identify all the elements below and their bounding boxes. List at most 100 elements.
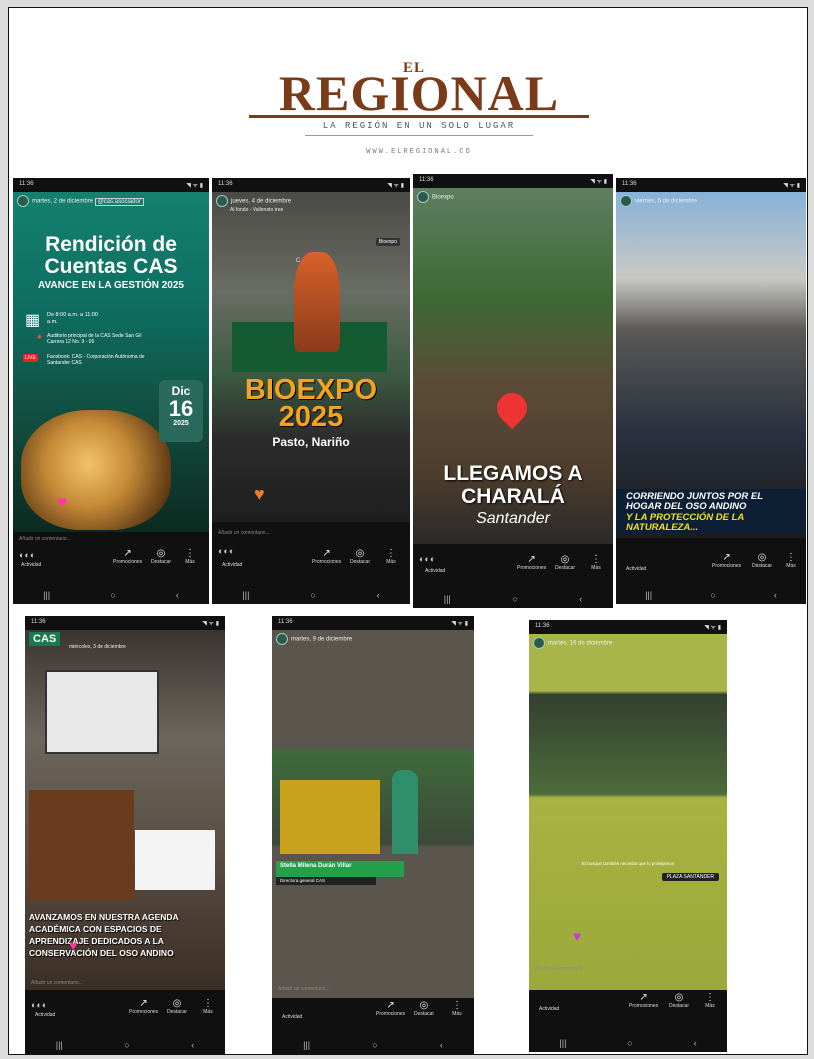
destacar-button[interactable]: ◎ Destacar <box>752 552 772 569</box>
nav-home-icon[interactable]: ○ <box>710 590 715 600</box>
promociones-button[interactable]: ↗ Promociones <box>376 1000 405 1017</box>
destacar-button[interactable]: ◎ Destacar <box>167 998 187 1015</box>
cas-logo: CAS <box>29 632 61 646</box>
podium <box>29 790 134 900</box>
promociones-button[interactable]: ↗ Promociones <box>517 554 546 571</box>
more-icon: ⋮ <box>386 548 396 559</box>
promociones-button[interactable]: ↗ Promociones <box>712 552 741 569</box>
nav-back-icon[interactable]: ‹ <box>774 590 777 600</box>
comment-input[interactable]: Añadir un comentario... <box>535 966 587 972</box>
actividad-button[interactable]: Actividad <box>21 562 41 568</box>
nav-home-icon[interactable]: ○ <box>372 1040 377 1050</box>
nav-recent-icon[interactable]: ||| <box>645 590 652 600</box>
status-icons: ◥ ᯤ ▮ <box>202 621 219 627</box>
status-bar: 11:36 ◥ ᯤ ▮ <box>212 178 410 192</box>
nav-back-icon[interactable]: ‹ <box>377 590 380 600</box>
nav-recent-icon[interactable]: ||| <box>43 590 50 600</box>
masthead-rule <box>249 115 589 118</box>
nav-recent-icon[interactable]: ||| <box>444 594 451 604</box>
comment-input[interactable]: Añadir un comentario... <box>31 980 83 986</box>
story-music: Al fondo - Vallenato tree <box>230 207 284 213</box>
status-icons: ◥ ᯤ ▮ <box>387 183 404 189</box>
trend-icon: ↗ <box>123 548 132 559</box>
comment-input[interactable]: Añadir un comentario... <box>278 986 330 992</box>
nav-home-icon[interactable]: ○ <box>110 590 115 600</box>
destacar-button[interactable]: ◎ Destacar <box>151 548 171 565</box>
promociones-button[interactable]: ↗ Promociones <box>129 998 158 1015</box>
account-avatar-icon <box>533 637 545 649</box>
nav-recent-icon[interactable]: ||| <box>303 1040 310 1050</box>
masthead-divider <box>305 135 533 136</box>
actividad-button[interactable]: Actividad <box>626 566 646 572</box>
name-lower-third: Stella Milena Durán Villar <box>276 861 404 877</box>
actividad-label: Actividad <box>626 566 647 572</box>
highlight-icon: ◎ <box>419 1000 429 1011</box>
android-nav-bar: ||| ○ ‹ <box>413 590 613 608</box>
nav-home-icon[interactable]: ○ <box>310 590 315 600</box>
trend-icon: ↗ <box>722 552 731 563</box>
story-screenshot-2: 11:36 ◥ ᯤ ▮ jueves, 4 de diciembre Al fond… <box>212 178 410 604</box>
status-icons: ◥ ᯤ ▮ <box>186 183 203 189</box>
destacar-button[interactable]: ◎ Destacar <box>414 1000 434 1017</box>
nav-back-icon[interactable]: ‹ <box>579 594 582 604</box>
nav-back-icon[interactable]: ‹ <box>694 1038 697 1048</box>
nav-home-icon[interactable]: ○ <box>627 1038 632 1048</box>
promociones-label: Promociones <box>129 1009 159 1015</box>
promociones-button[interactable]: ↗ Promociones <box>312 548 341 565</box>
nav-home-icon[interactable]: ○ <box>512 594 517 604</box>
story-image: CAS miércoles, 3 de diciembre AVANZAMOS … <box>25 630 225 990</box>
story-actions: Actividad ↗ Promociones ◎ Destacar ⋮ Más <box>212 548 410 574</box>
mas-button[interactable]: ⋮ Más <box>203 998 213 1015</box>
date-year: 2025 <box>173 420 189 427</box>
trend-icon: ↗ <box>139 998 148 1009</box>
mas-button[interactable]: ⋮ Más <box>452 1000 462 1017</box>
heart-sticker-icon: ♥ <box>57 492 68 512</box>
nav-recent-icon[interactable]: ||| <box>56 1040 63 1050</box>
nav-back-icon[interactable]: ‹ <box>191 1040 194 1050</box>
android-nav-bar: ||| ○ ‹ <box>616 586 806 604</box>
story-date: martes, 2 de diciembre <box>32 198 94 205</box>
more-icon: ⋮ <box>786 552 796 563</box>
story-actions: Actividad ↗ Promociones ◎ Destacar ⋮ Más <box>13 548 209 574</box>
story-header: jueves, 4 de diciembre Al fondo - Vallena… <box>216 195 291 213</box>
story-subtitle: Santander <box>476 510 550 527</box>
actividad-button[interactable]: Actividad <box>35 1012 55 1018</box>
destacar-label: Destacar <box>669 1003 690 1009</box>
actividad-label: Actividad <box>35 1012 56 1018</box>
mas-button[interactable]: ⋮ Más <box>185 548 195 565</box>
story-actions: Actividad ↗ Promociones ◎ Destacar ⋮ Más <box>616 552 806 578</box>
mas-button[interactable]: ⋮ Más <box>705 992 715 1009</box>
actividad-button[interactable]: Actividad <box>222 562 242 568</box>
promociones-button[interactable]: ↗ Promociones <box>629 992 658 1009</box>
actividad-button[interactable]: Actividad <box>425 568 445 574</box>
statue-image <box>294 252 340 352</box>
status-time: 11:36 <box>535 623 550 629</box>
promociones-button[interactable]: ↗ Promociones <box>113 548 142 565</box>
nav-back-icon[interactable]: ‹ <box>440 1040 443 1050</box>
story-screenshot-3: 11:36 ◥ ᯤ ▮ Bioexpo LLEGAMOS A CHARALÁ Sa… <box>413 174 613 608</box>
nav-back-icon[interactable]: ‹ <box>176 590 179 600</box>
comment-input[interactable]: Añadir un comentario... <box>19 536 71 542</box>
nav-recent-icon[interactable]: ||| <box>559 1038 566 1048</box>
story-header: viernes, 5 de diciembre <box>620 195 697 207</box>
actividad-button[interactable]: Actividad <box>539 1006 559 1012</box>
mas-button[interactable]: ⋮ Más <box>786 552 796 569</box>
mas-button[interactable]: ⋮ Más <box>386 548 396 565</box>
yellow-machine <box>280 780 380 854</box>
comment-input[interactable]: Añadir un comentario... <box>218 530 270 536</box>
projection-screen <box>45 670 159 754</box>
mas-button[interactable]: ⋮ Más <box>591 554 601 571</box>
promociones-label: Promociones <box>113 559 143 565</box>
nav-home-icon[interactable]: ○ <box>124 1040 129 1050</box>
actividad-button[interactable]: Actividad <box>282 1014 302 1020</box>
story-image: martes, 16 de diciembre El bosque tambié… <box>529 634 727 990</box>
destacar-button[interactable]: ◎ Destacar <box>555 554 575 571</box>
story-screenshot-6: 11:36 ◥ ᯤ ▮ martes, 9 de diciembre Stella… <box>272 616 474 1054</box>
status-icons: ◥ ᯤ ▮ <box>704 625 721 631</box>
destacar-button[interactable]: ◎ Destacar <box>669 992 689 1009</box>
nav-recent-icon[interactable]: ||| <box>242 590 249 600</box>
destacar-button[interactable]: ◎ Destacar <box>350 548 370 565</box>
status-bar: 11:36 ◥ ᯤ ▮ <box>13 178 209 192</box>
android-nav-bar: ||| ○ ‹ <box>529 1034 727 1052</box>
status-bar: 11:36 ◥ ᯤ ▮ <box>413 174 613 188</box>
